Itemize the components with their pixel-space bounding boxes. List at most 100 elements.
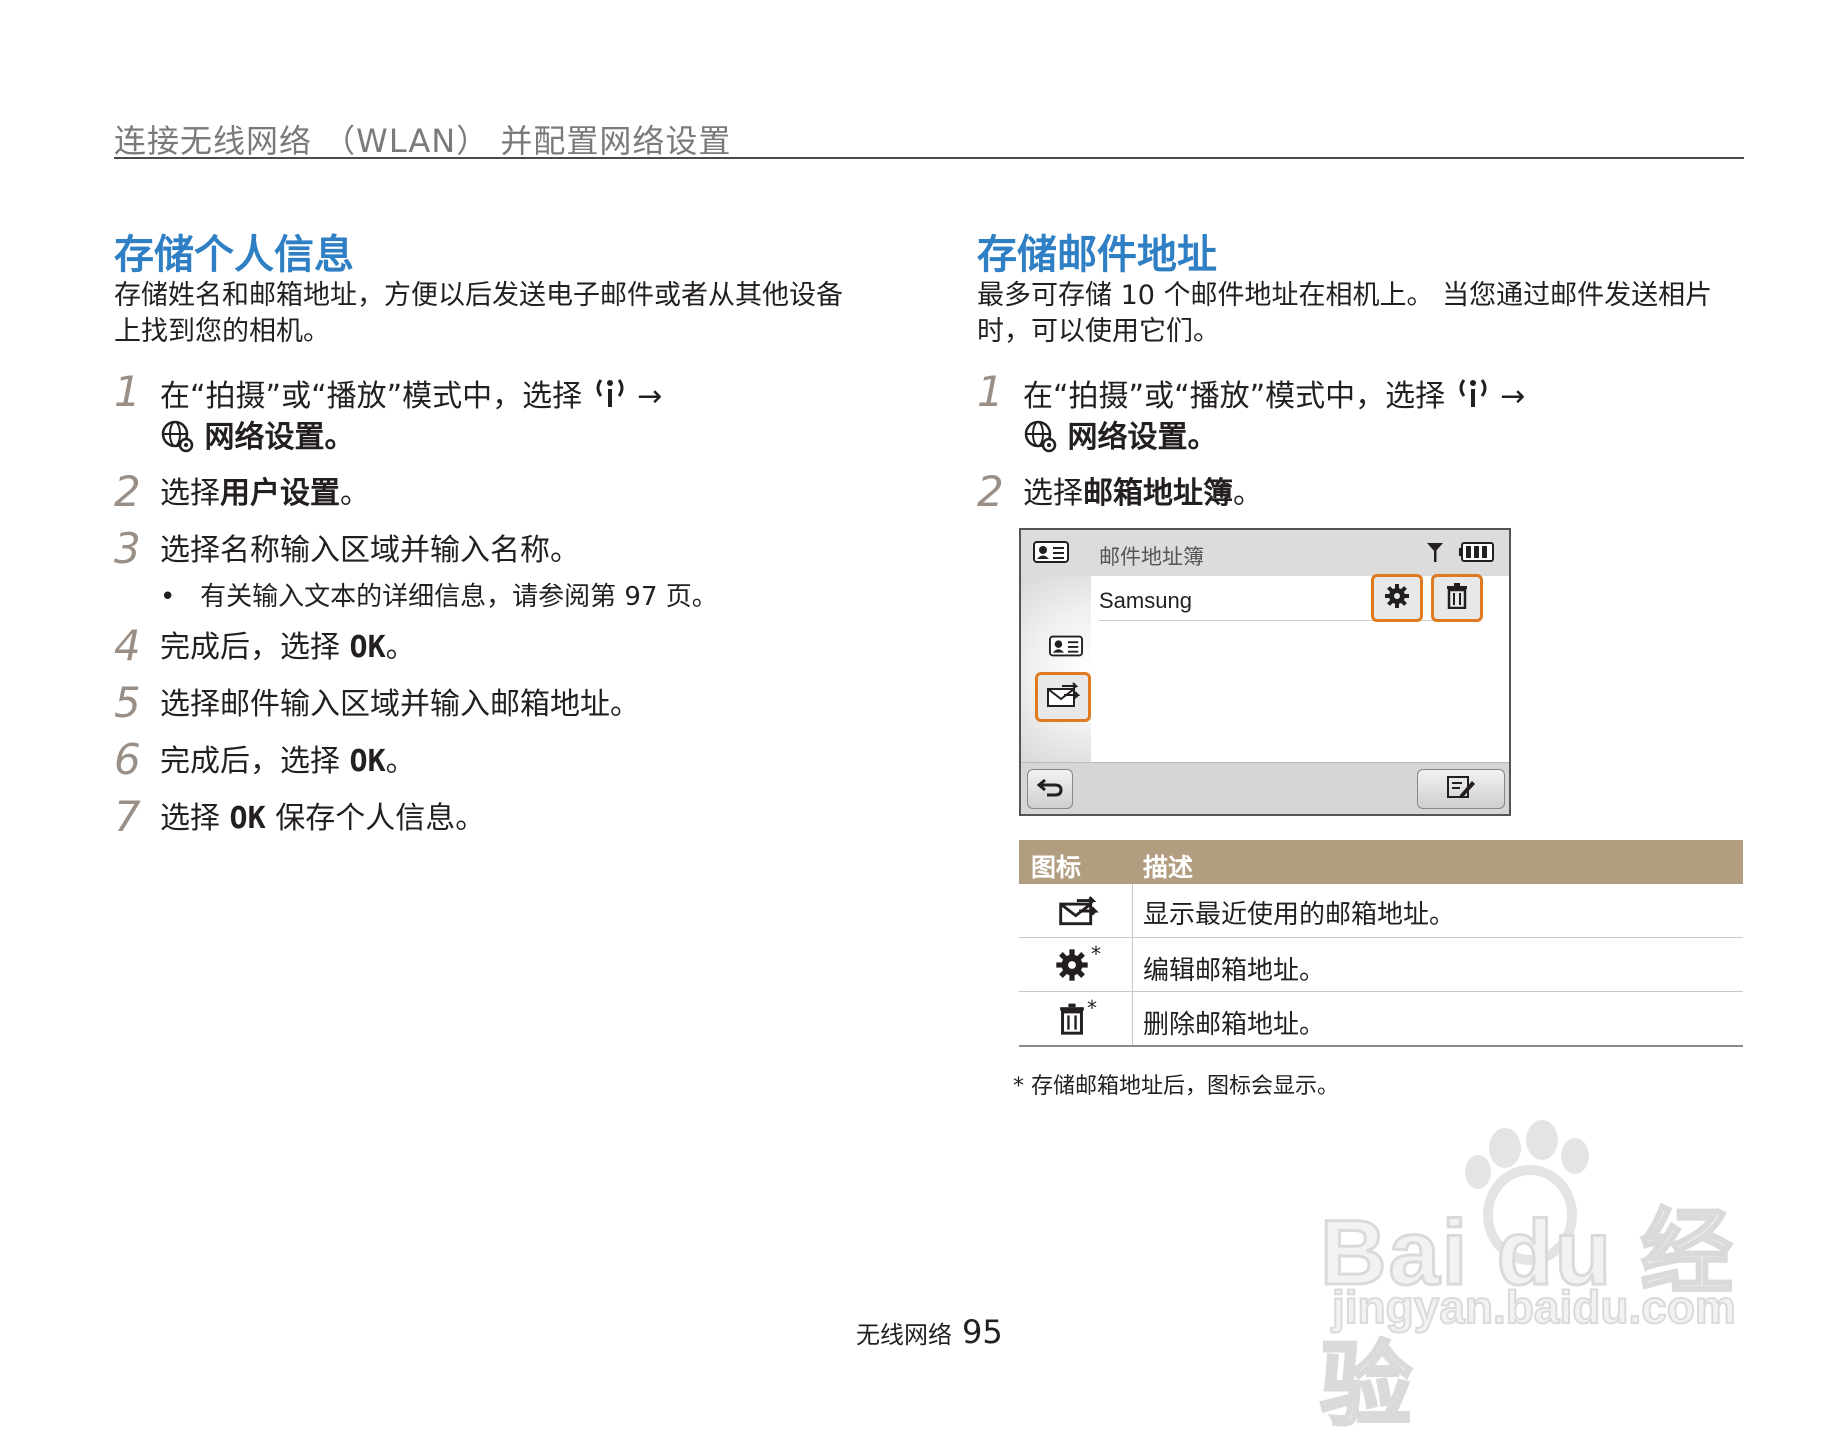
left-section-title: 存储个人信息: [114, 232, 354, 278]
step-text-post: 保存个人信息。: [265, 801, 486, 836]
header-divider: [114, 157, 1744, 159]
step-bullet: • 有关输入文本的详细信息，请参阅第 97 页。: [160, 582, 718, 612]
step-number: 2: [114, 467, 141, 516]
personal-info-tab-icon[interactable]: [1049, 634, 1083, 662]
envelope-arrows-icon: [1057, 896, 1099, 930]
back-arrow-icon: [1036, 776, 1063, 802]
step-text: 在“拍摄”或“播放”模式中，选择 →: [160, 374, 662, 421]
step-text: 完成后，选择 OK。: [160, 742, 416, 782]
left-intro-line1: 存储姓名和邮箱地址，方便以后发送电子邮件或者从其他设备: [114, 280, 843, 311]
table-header-desc-col: 描述: [1143, 853, 1194, 882]
camera-screen: 邮件地址簿 Samsung: [1019, 528, 1511, 816]
page-footer: 无线网络 95: [856, 1313, 1003, 1351]
footnote-marker: *: [1091, 942, 1101, 966]
table-footnote: * 存储邮箱地址后，图标会显示。: [1013, 1074, 1339, 1099]
step-text-pre: 选择: [160, 801, 230, 836]
left-intro: 存储姓名和邮箱地址，方便以后发送电子邮件或者从其他设备 上找到您的相机。: [114, 278, 843, 350]
signal-icon: [1425, 540, 1445, 568]
left-step-1: 1 在“拍摄”或“播放”模式中，选择 → 网络设置。: [114, 367, 814, 464]
page-header-title: 连接无线网络 （WLAN） 并配置网络设置: [114, 122, 732, 160]
table-header-icon-col: 图标: [1031, 853, 1082, 882]
step-number: 2: [977, 467, 1004, 516]
step-text-line1: 在“拍摄”或“播放”模式中，选择: [1023, 379, 1446, 414]
right-section-title: 存储邮件地址: [977, 232, 1217, 278]
step-text: 选择邮箱地址簿。: [1023, 474, 1263, 514]
email-entry-name: Samsung: [1099, 588, 1192, 613]
step-text-post: 。: [385, 630, 416, 665]
step-number: 4: [114, 621, 141, 670]
step-text-post: 。: [385, 744, 416, 779]
right-intro: 最多可存储 10 个邮件地址在相机上。 当您通过邮件发送相片 时，可以使用它们。: [977, 278, 1712, 350]
step-text-line2: 网络设置。: [204, 420, 355, 455]
battery-icon: [1459, 542, 1495, 566]
back-button[interactable]: [1027, 769, 1073, 809]
step-text: 选择名称输入区域并输入名称。: [160, 533, 580, 568]
table-cell-desc: 编辑邮箱地址。: [1143, 956, 1326, 986]
step-text: 选择邮件输入区域并输入邮箱地址。: [160, 687, 640, 722]
icon-table-header: 图标 描述: [1019, 840, 1743, 884]
step-text-bold: 邮箱地址簿: [1083, 476, 1233, 511]
right-step-1: 1 在“拍摄”或“播放”模式中，选择 → 网络设置。: [977, 367, 1677, 464]
step-number: 1: [977, 367, 1004, 416]
step-text: 选择用户设置。: [160, 474, 370, 514]
step-text: 完成后，选择 OK。: [160, 628, 416, 668]
step-text-line1: 在“拍摄”或“播放”模式中，选择: [160, 379, 583, 414]
recent-email-tab-button[interactable]: [1035, 672, 1091, 722]
step-number: 3: [114, 524, 141, 573]
table-cell-desc: 删除邮箱地址。: [1143, 1010, 1326, 1040]
step-text-post: 。: [1233, 476, 1263, 511]
watermark-url: jingyan.baidu.com: [1331, 1280, 1737, 1334]
envelope-arrows-icon: [1046, 682, 1081, 712]
step-text-post: 。: [340, 476, 370, 511]
step-text-pre: 选择: [160, 476, 220, 511]
step-text-line2: 网络设置。: [1067, 420, 1218, 455]
network-settings-icon: [1023, 419, 1057, 464]
baidu-watermark: Bai du 经验 jingyan.baidu.com: [1319, 1120, 1750, 1439]
step-bullet-text: 有关输入文本的详细信息，请参阅第 97 页。: [200, 582, 718, 612]
page-number: 95: [962, 1313, 1003, 1351]
gear-icon: [1055, 948, 1089, 986]
step-number: 6: [114, 735, 141, 784]
step-text-pre: 完成后，选择: [160, 744, 350, 779]
step-text: 选择 OK 保存个人信息。: [160, 799, 485, 839]
trash-icon: [1059, 1002, 1085, 1040]
edit-note-icon: [1446, 775, 1476, 803]
screen-title-bar: 邮件地址簿: [1021, 530, 1509, 576]
network-settings-icon: [160, 419, 194, 464]
step-text-bold: 用户设置: [220, 476, 340, 511]
step-text-pre: 选择: [1023, 476, 1083, 511]
new-email-button[interactable]: [1417, 769, 1505, 809]
table-bottom-rule: [1019, 1045, 1743, 1047]
step-number: 1: [114, 367, 141, 416]
gear-icon: [1384, 583, 1410, 613]
arrow-glyph: →: [1500, 379, 1526, 414]
ok-glyph: OK: [349, 744, 386, 779]
ok-glyph: OK: [349, 630, 386, 665]
ok-glyph: OK: [229, 801, 266, 836]
footnote-marker: *: [1087, 996, 1097, 1020]
step-number: 7: [114, 792, 141, 841]
screen-bottom-bar: [1021, 762, 1509, 814]
screen-title: 邮件地址簿: [1099, 545, 1204, 569]
edit-email-button[interactable]: [1371, 574, 1423, 622]
table-row: 显示最近使用的邮箱地址。: [1019, 884, 1743, 937]
wireless-icon: [592, 374, 628, 421]
right-intro-line2: 时，可以使用它们。: [977, 316, 1220, 347]
footer-section-name: 无线网络: [856, 1321, 952, 1349]
right-intro-line1: 最多可存储 10 个邮件地址在相机上。 当您通过邮件发送相片: [977, 280, 1713, 311]
left-intro-line2: 上找到您的相机。: [114, 316, 330, 347]
wireless-icon: [1455, 374, 1491, 421]
trash-icon: [1446, 583, 1468, 613]
screen-side-panel: [1021, 576, 1091, 762]
step-text-line2-wrap: 网络设置。: [160, 418, 354, 464]
contact-card-icon: [1033, 540, 1069, 568]
step-text-line2-wrap: 网络设置。: [1023, 418, 1217, 464]
delete-email-button[interactable]: [1431, 574, 1483, 622]
step-number: 5: [114, 678, 141, 727]
table-row: * 编辑邮箱地址。: [1019, 938, 1743, 991]
table-row: * 删除邮箱地址。: [1019, 992, 1743, 1045]
table-cell-desc: 显示最近使用的邮箱地址。: [1143, 900, 1456, 930]
step-text: 在“拍摄”或“播放”模式中，选择 →: [1023, 374, 1525, 421]
arrow-glyph: →: [637, 379, 663, 414]
step-text-pre: 完成后，选择: [160, 630, 350, 665]
